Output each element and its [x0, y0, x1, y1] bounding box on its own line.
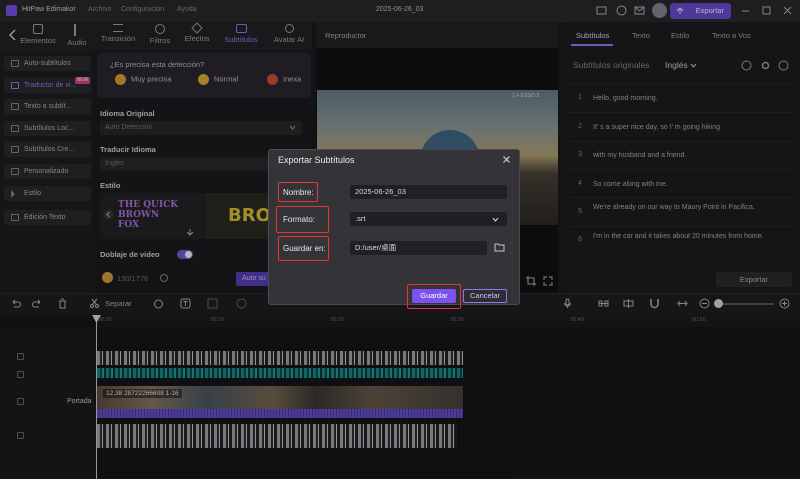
folder-icon[interactable] [494, 243, 505, 252]
nombre-label: Nombre: [283, 188, 314, 197]
formato-label: Formato: [283, 215, 316, 224]
chevron-down-icon [492, 217, 499, 222]
guardar-en-label: Guardar en: [283, 244, 326, 253]
guardar-en-input[interactable]: D:/user/桌面 [350, 241, 487, 255]
nombre-input[interactable]: 2025-06-26_03 [350, 185, 507, 199]
cancelar-button[interactable]: Cancelar [463, 289, 507, 303]
formato-select[interactable]: .srt [350, 212, 507, 226]
dialog-title: Exportar Subtítulos [278, 155, 355, 165]
close-icon[interactable] [501, 154, 512, 165]
guardar-button[interactable]: Guardar [412, 289, 456, 303]
